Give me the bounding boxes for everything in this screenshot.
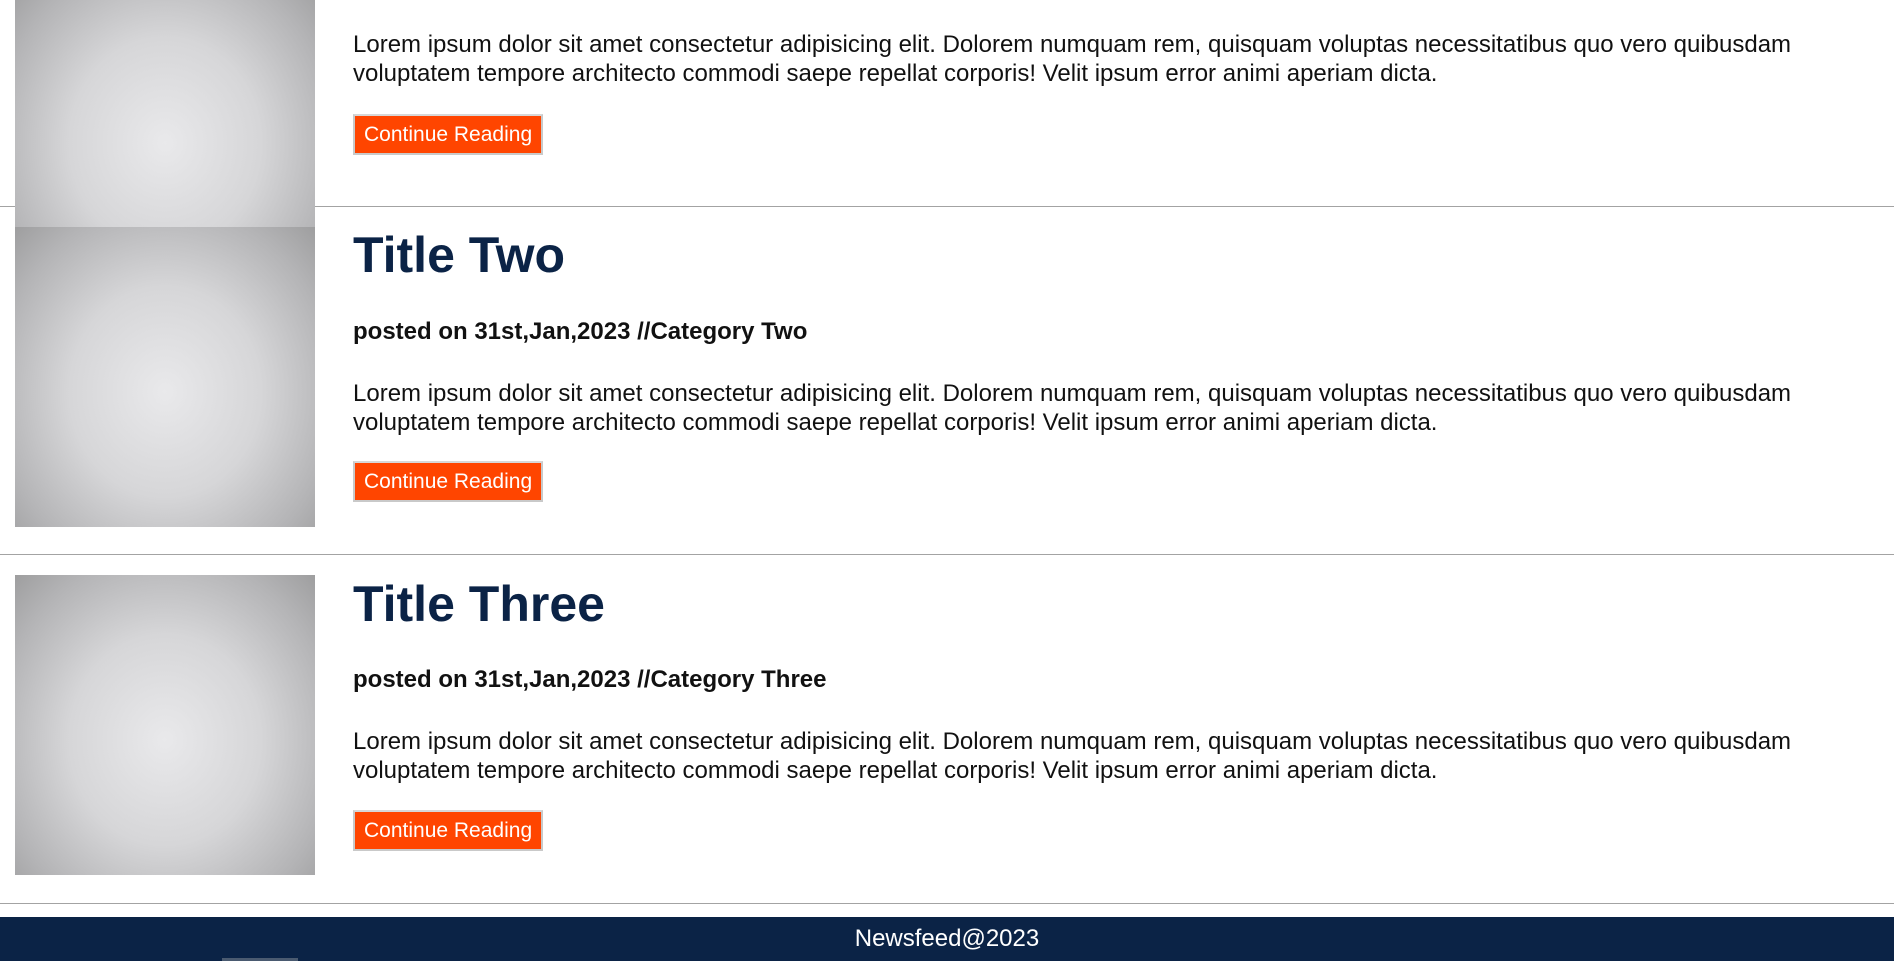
post-excerpt: Lorem ipsum dolor sit amet consectetur a… [353,31,1792,87]
post-card: Title Three posted on 31st,Jan,2023 //Ca… [0,555,1894,904]
continue-reading-button[interactable]: Continue Reading [353,461,544,502]
post-excerpt: Lorem ipsum dolor sit amet consectetur a… [353,728,1792,784]
post-excerpt: Lorem ipsum dolor sit amet consectetur a… [353,380,1792,436]
footer-text: Newsfeed@2023 [854,925,1040,952]
post-thumbnail [15,227,315,527]
page: Lorem ipsum dolor sit amet consectetur a… [0,0,1894,961]
post-title[interactable]: Title Three [353,576,605,632]
post-card: Title Two posted on 31st,Jan,2023 //Cate… [0,207,1894,555]
site-footer: Newsfeed@2023 [0,917,1894,961]
post-meta: posted on 31st,Jan,2023 //Category Three [353,666,827,693]
continue-reading-button[interactable]: Continue Reading [353,114,544,155]
post-title[interactable]: Title Two [353,227,565,283]
continue-reading-button[interactable]: Continue Reading [353,810,544,851]
post-meta: posted on 31st,Jan,2023 //Category Two [353,318,808,345]
post-thumbnail [15,575,315,875]
post-card: Lorem ipsum dolor sit amet consectetur a… [0,0,1894,278]
